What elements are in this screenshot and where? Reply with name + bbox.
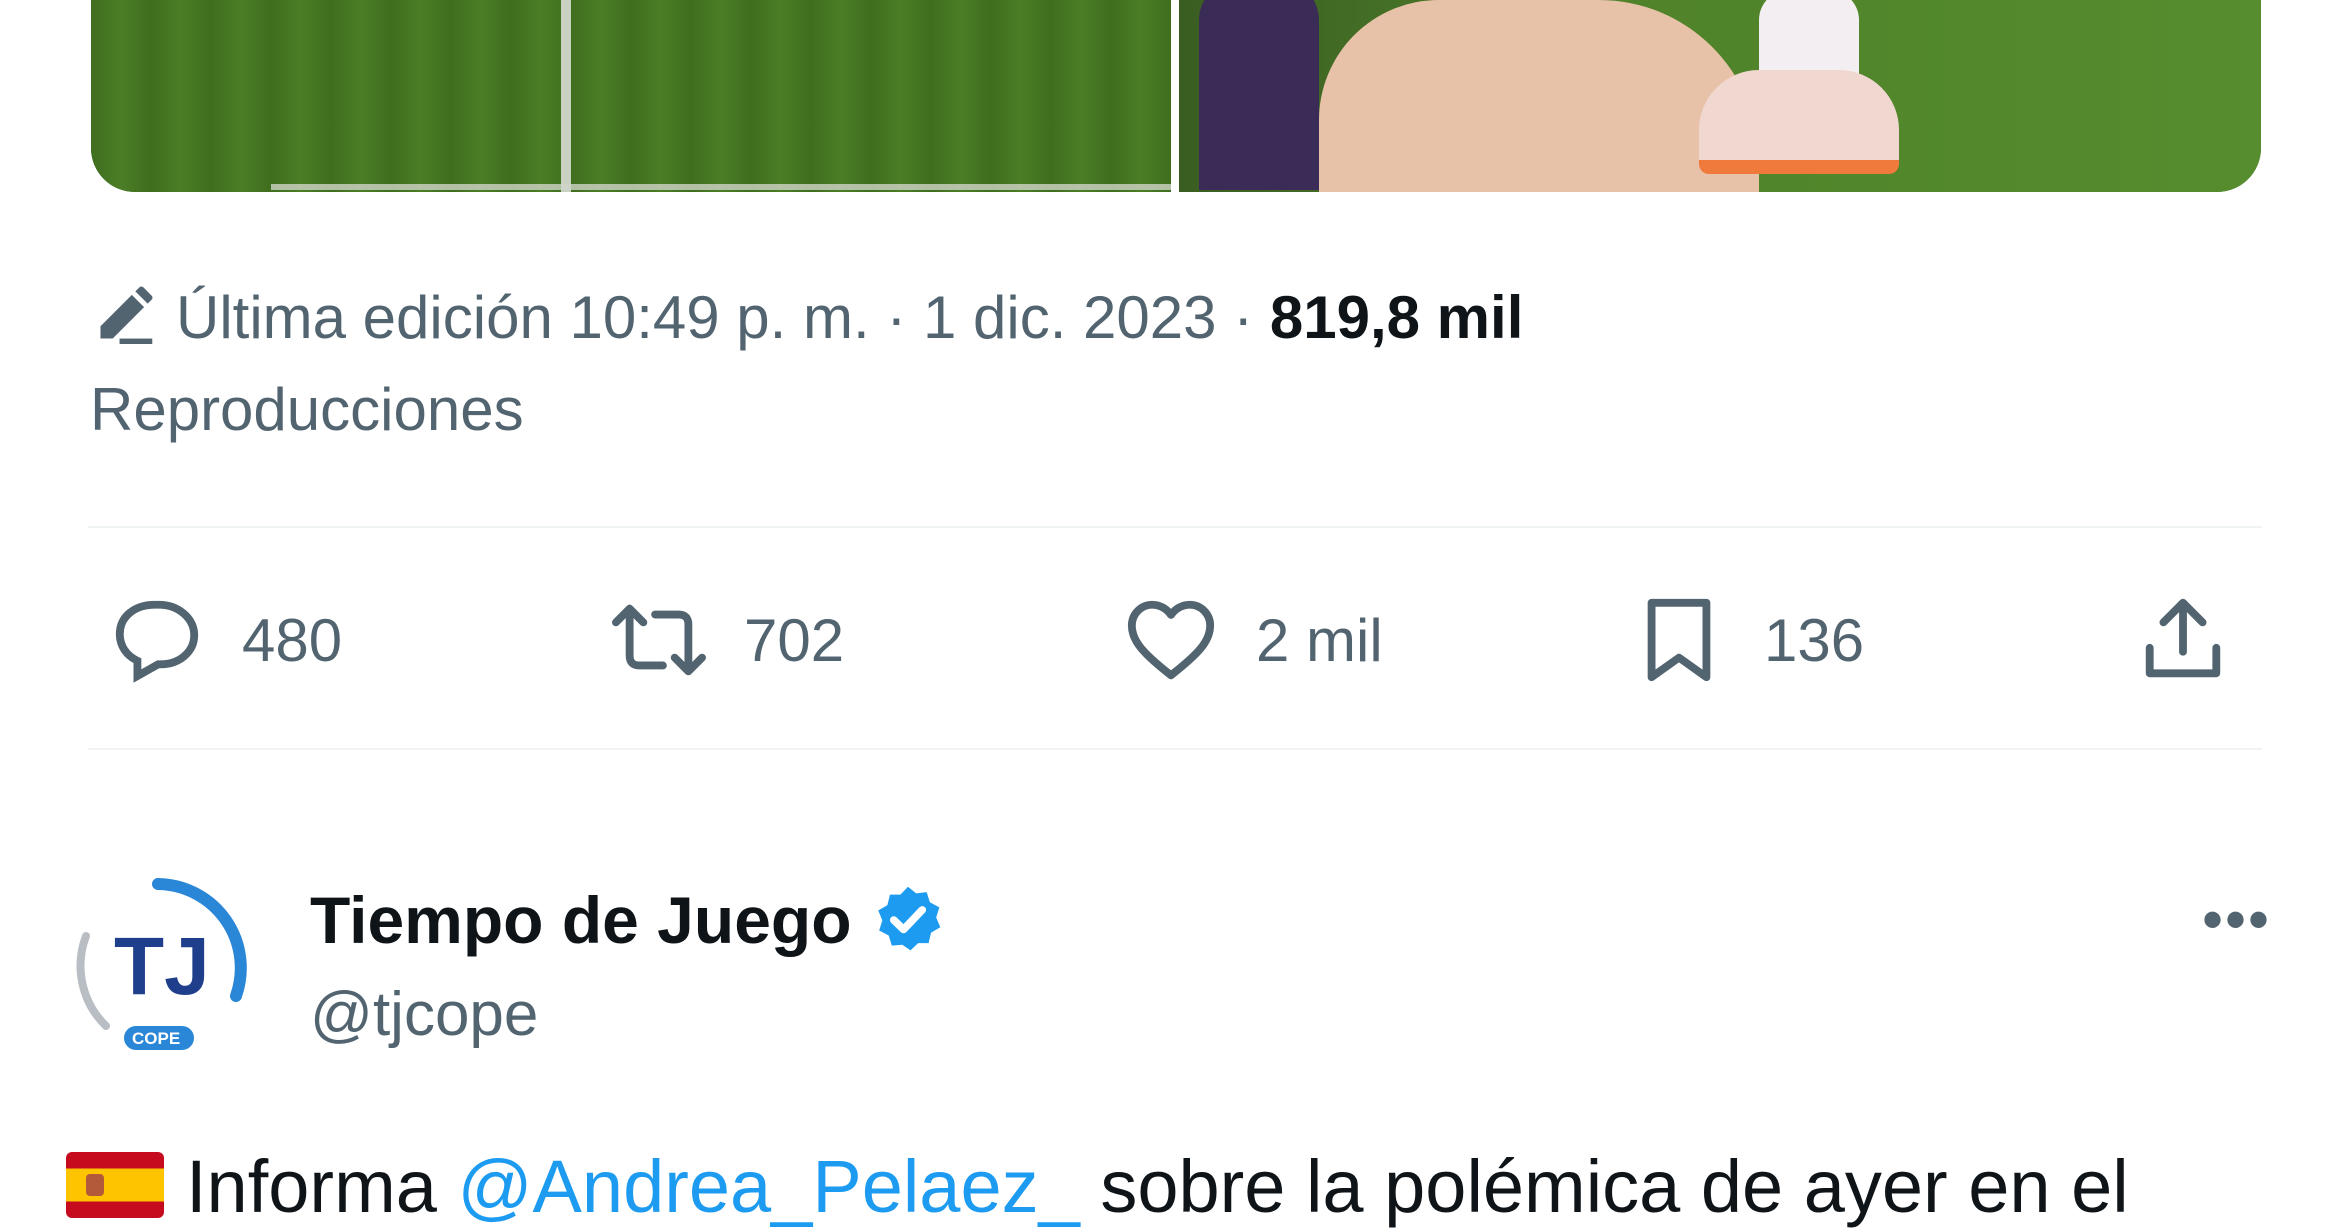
- pitch-line: [561, 0, 571, 192]
- bookmark-count: 136: [1764, 606, 1865, 674]
- views-label: Reproducciones: [90, 376, 524, 443]
- reply-button[interactable]: 480: [110, 590, 342, 690]
- views-count: 819,8 mil: [1269, 284, 1524, 351]
- share-icon: [2145, 598, 2221, 678]
- tweet-text-prefix: Informa: [186, 1145, 458, 1228]
- bookmark-button[interactable]: 136: [1632, 590, 1864, 690]
- reply-count: 480: [242, 606, 343, 674]
- display-name-text[interactable]: Tiempo de Juego: [310, 880, 852, 960]
- tweet-text: Informa @Andrea_Pelaez_ sobre la polémic…: [66, 1140, 2129, 1230]
- divider: [88, 748, 2262, 750]
- image-detail: [1319, 0, 1759, 192]
- pencil-icon: [100, 286, 153, 344]
- spain-flag-icon: [66, 1152, 164, 1218]
- avatar-initials: TJ: [114, 921, 210, 1012]
- share-button[interactable]: [2136, 590, 2230, 690]
- retweet-button[interactable]: 702: [612, 590, 844, 690]
- reply-icon: [115, 600, 199, 683]
- like-button[interactable]: 2 mil: [1124, 590, 1383, 690]
- heart-icon: [1127, 600, 1215, 680]
- tweet-meta: Última edición 10:49 p. m. · 1 dic. 2023…: [90, 272, 2270, 456]
- divider: [88, 526, 2262, 528]
- like-count: 2 mil: [1256, 606, 1383, 674]
- verified-badge-icon: [877, 886, 940, 951]
- bookmark-icon: [1647, 598, 1711, 682]
- avatar[interactable]: TJ COPE: [66, 876, 250, 1060]
- tweet-media[interactable]: [91, 0, 2261, 192]
- retweet-count: 702: [744, 606, 845, 674]
- media-image-right[interactable]: [1179, 0, 2261, 192]
- avatar-subtext: COPE: [132, 1029, 180, 1048]
- mention-link[interactable]: @Andrea_Pelaez_: [457, 1145, 1079, 1228]
- more-icon[interactable]: •••: [2202, 890, 2282, 950]
- user-handle[interactable]: @tjcope: [310, 975, 538, 1055]
- edited-timestamp[interactable]: Última edición 10:49 p. m. · 1 dic. 2023…: [176, 284, 1270, 351]
- image-detail: [1699, 70, 1899, 174]
- image-detail: [1199, 0, 1319, 190]
- tweet-text-suffix: sobre la polémica de ayer en el: [1079, 1145, 2129, 1228]
- pitch-line: [271, 184, 1171, 190]
- display-name[interactable]: Tiempo de Juego: [310, 880, 946, 960]
- retweet-icon: [612, 604, 706, 676]
- media-gap: [1171, 0, 1179, 192]
- media-image-left[interactable]: [91, 0, 1171, 192]
